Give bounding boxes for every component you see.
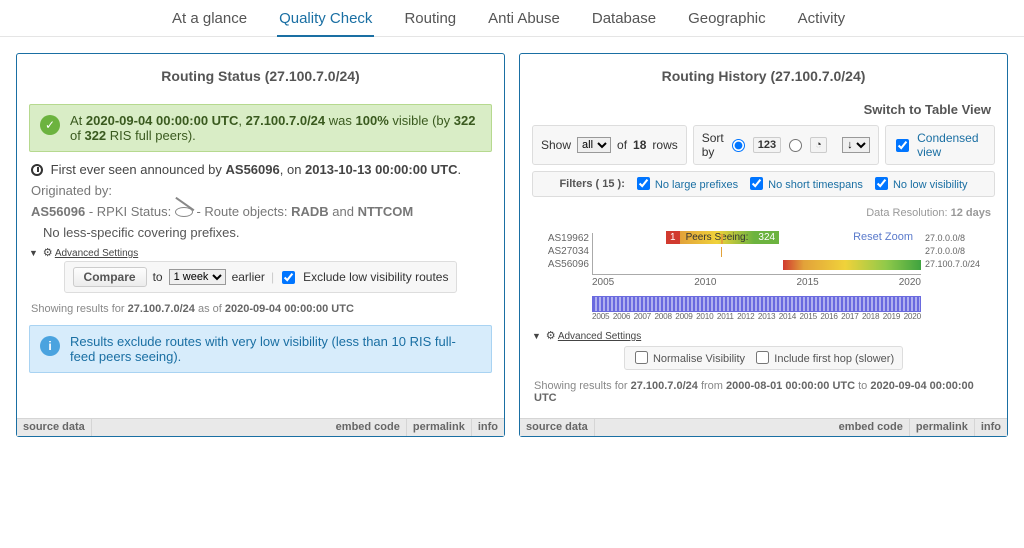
eye-off-icon — [175, 207, 193, 217]
routing-status-title: Routing Status (27.100.7.0/24) — [17, 54, 504, 90]
show-rows-select[interactable]: all — [577, 137, 611, 153]
sort-bar: Sort by 123 ◔ ↓ — [693, 125, 879, 165]
routing-history-title: Routing History (27.100.7.0/24) — [520, 54, 1007, 90]
filter-large-prefixes[interactable] — [637, 177, 650, 190]
data-resolution: Data Resolution: 12 days — [532, 207, 991, 219]
panel-footer-right: source data embed code permalink info — [520, 418, 1007, 436]
clock-icon — [31, 164, 43, 176]
sort-time-radio[interactable] — [789, 139, 802, 152]
tab-routing[interactable]: Routing — [402, 6, 458, 36]
switch-table-view[interactable]: Switch to Table View — [532, 102, 991, 117]
source-data-link[interactable]: source data — [17, 419, 92, 436]
routing-status-panel: Routing Status (27.100.7.0/24) ✓ At 2020… — [16, 53, 505, 437]
sort-time-label: ◔ — [810, 137, 827, 153]
first-hop-checkbox[interactable] — [756, 351, 769, 364]
compare-bar: Compare to 1 week earlier | Exclude low … — [64, 261, 458, 293]
showing-results-left: Showing results for 27.100.7.0/24 as of … — [31, 303, 490, 315]
info-icon: i — [40, 336, 60, 356]
chart-plot-area[interactable]: AS19962 AS27034 AS56096 27.0.0.0/8 27.0.… — [592, 233, 921, 275]
check-icon: ✓ — [40, 115, 60, 135]
bar-as19962 — [721, 234, 723, 244]
x-axis: 2005 2010 2015 2020 — [592, 277, 921, 288]
tab-at-a-glance[interactable]: At a glance — [170, 6, 249, 36]
sort-direction-select[interactable]: ↓ — [842, 137, 870, 153]
r-label-2: 27.100.7.0/24 — [925, 259, 993, 269]
filter-low-visibility[interactable] — [875, 177, 888, 190]
low-visibility-notice: i Results exclude routes with very low v… — [29, 325, 492, 373]
showing-results-right: Showing results for 27.100.7.0/24 from 2… — [534, 380, 993, 404]
condensed-checkbox[interactable] — [896, 139, 909, 152]
visibility-notice: ✓ At 2020-09-04 00:00:00 UTC, 27.100.7.0… — [29, 104, 492, 152]
caret-down-icon: ▼ — [532, 331, 541, 341]
embed-code-link[interactable]: embed code — [833, 419, 910, 436]
permalink-link[interactable]: permalink — [910, 419, 975, 436]
routing-history-panel: Routing History (27.100.7.0/24) Switch t… — [519, 53, 1008, 437]
filters-bar: Filters ( 15 ): No large prefixes No sho… — [532, 171, 995, 197]
compare-button[interactable]: Compare — [73, 267, 147, 287]
visibility-text: At 2020-09-04 00:00:00 UTC, 27.100.7.0/2… — [70, 113, 481, 143]
tab-quality-check[interactable]: Quality Check — [277, 6, 374, 37]
top-tabs: At a glance Quality Check Routing Anti A… — [0, 0, 1024, 37]
history-chart: 1 Peers Seeing: 324 Reset Zoom AS19962 A… — [536, 233, 991, 321]
normalise-checkbox[interactable] — [635, 351, 648, 364]
tab-anti-abuse[interactable]: Anti Abuse — [486, 6, 562, 36]
gear-icon: ⚙ — [546, 329, 556, 342]
compare-range-select[interactable]: 1 week — [169, 269, 226, 285]
condensed-bar: Condensed view — [885, 125, 995, 165]
filter-short-timespans[interactable] — [750, 177, 763, 190]
source-data-link[interactable]: source data — [520, 419, 595, 436]
no-covering-prefixes: No less-specific covering prefixes. — [43, 225, 490, 240]
y-label-2: AS56096 — [535, 259, 589, 270]
advanced-settings-toggle-left[interactable]: ▼ ⚙ Advanced Settings — [29, 246, 492, 259]
advanced-settings-toggle-right[interactable]: ▼ ⚙ Advanced Settings — [532, 329, 995, 342]
gear-icon: ⚙ — [43, 246, 53, 259]
time-brush[interactable] — [592, 296, 921, 312]
caret-down-icon: ▼ — [29, 248, 38, 258]
originated-by-label: Originated by: — [31, 183, 490, 198]
permalink-link[interactable]: permalink — [407, 419, 472, 436]
info-link[interactable]: info — [975, 419, 1007, 436]
r-label-1: 27.0.0.0/8 — [925, 246, 993, 256]
exclude-low-vis-checkbox[interactable] — [282, 271, 295, 284]
brush-years: 2005200620072008200920102011201220132014… — [592, 312, 921, 321]
first-seen-line: First ever seen announced by AS56096, on… — [31, 162, 490, 177]
tab-database[interactable]: Database — [590, 6, 658, 36]
embed-code-link[interactable]: embed code — [330, 419, 407, 436]
tab-geographic[interactable]: Geographic — [686, 6, 768, 36]
bar-as27034 — [721, 247, 722, 257]
sort-numeric-label: 123 — [753, 137, 781, 153]
tab-activity[interactable]: Activity — [796, 6, 848, 36]
show-rows-bar: Show all of 18 rows — [532, 125, 687, 165]
panel-footer-left: source data embed code permalink info — [17, 418, 504, 436]
originated-by-line: AS56096 - RPKI Status: - Route objects: … — [31, 204, 490, 219]
y-label-1: AS27034 — [535, 246, 589, 257]
bar-as56096 — [783, 260, 921, 270]
y-label-0: AS19962 — [535, 233, 589, 244]
normalise-bar: Normalise Visibility Include first hop (… — [624, 346, 903, 370]
sort-numeric-radio[interactable] — [732, 139, 745, 152]
info-link[interactable]: info — [472, 419, 504, 436]
r-label-0: 27.0.0.0/8 — [925, 233, 993, 243]
